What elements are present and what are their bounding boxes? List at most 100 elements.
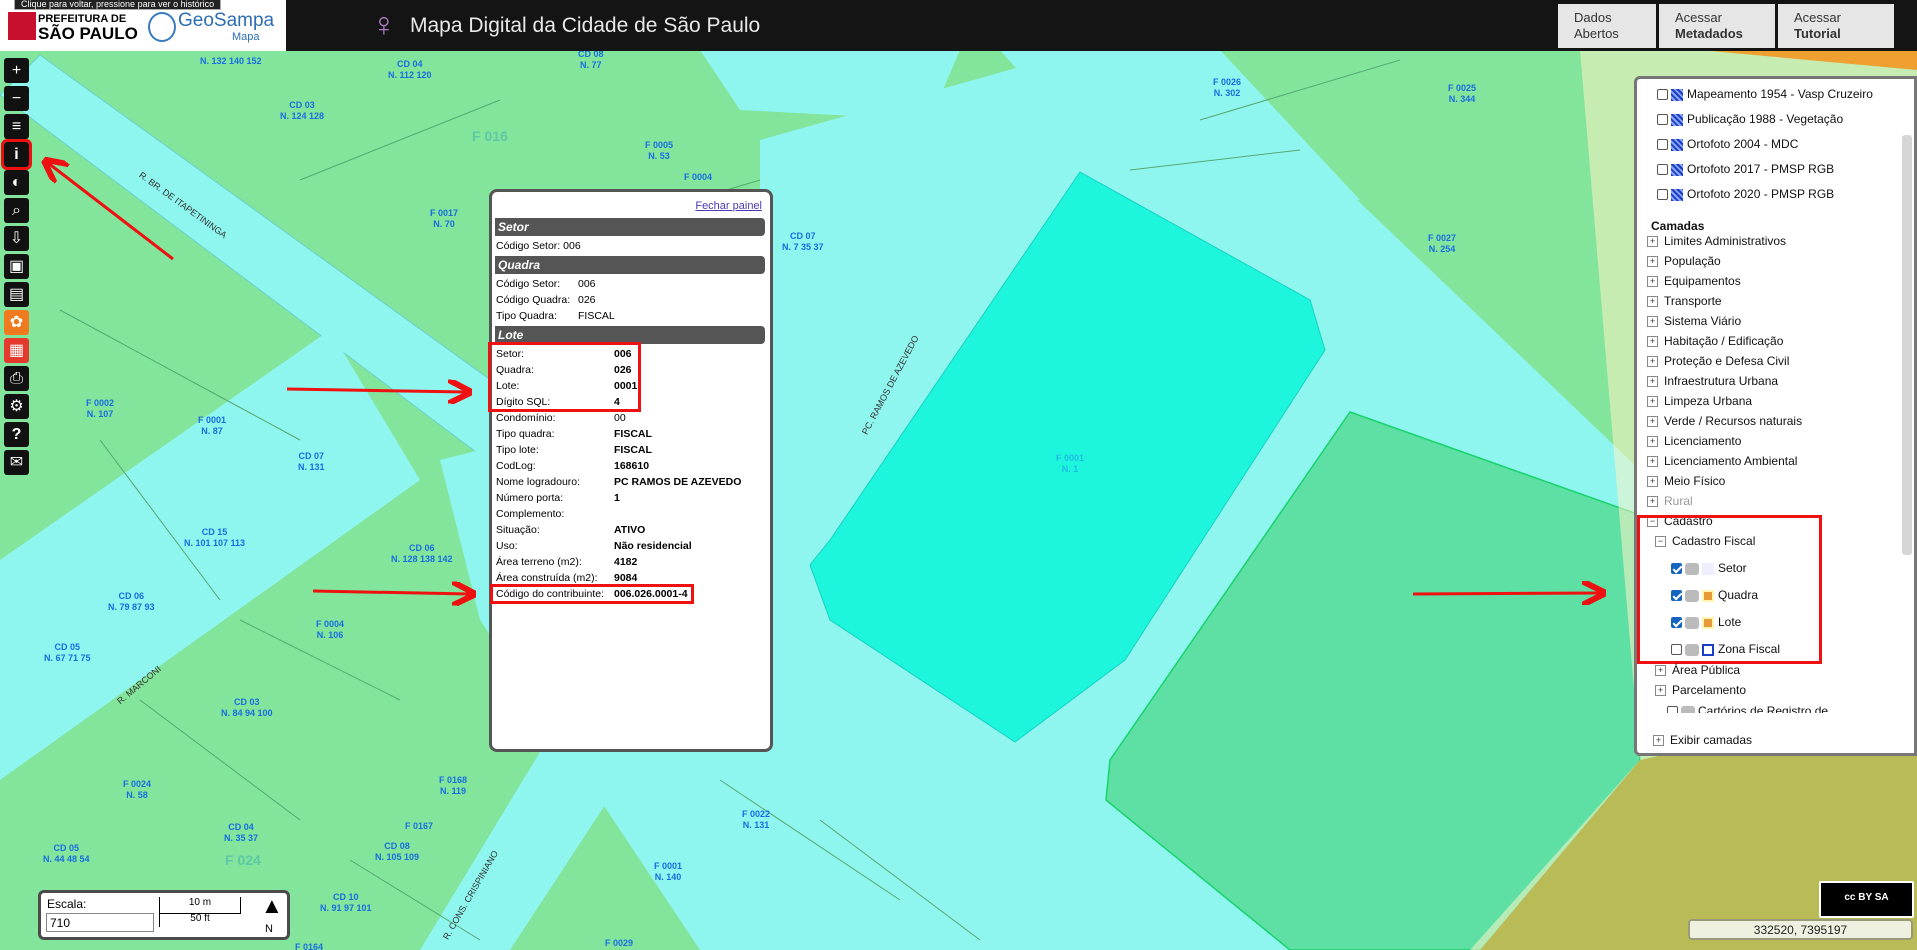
zoom-out-button[interactable]: − [4,86,29,111]
row-key: Tipo quadra: [496,428,555,440]
layer-group[interactable]: + Infraestrutura Urbana [1647,373,1778,389]
expand-icon: + [1647,316,1658,328]
group-label: Limites Administrativos [1664,234,1787,248]
checkbox[interactable] [1657,164,1668,176]
layer-group[interactable]: + Rural [1647,493,1693,509]
group-label: População [1664,254,1721,268]
scale-control: Escala: 10 m 50 ft ▲ N [38,890,290,940]
layer-group[interactable]: + Transporte [1647,293,1722,309]
checkbox[interactable] [1657,114,1668,126]
layer-group[interactable]: + Limpeza Urbana [1647,393,1752,409]
scale-input[interactable] [46,913,154,932]
geosampa-title: GeoSampa [178,10,275,31]
cartorios-layer[interactable]: Cartórios de Registro de [1667,703,1828,713]
acessar-metadados-button[interactable]: Acessar Metadados [1659,4,1775,48]
download-icon[interactable]: ⇩ [4,226,29,251]
prefeitura-logo-text: PREFEITURA DE SÃO PAULO [38,13,138,42]
layer-group[interactable]: + População [1647,253,1721,269]
row-key: Área terreno (m2): [496,556,582,568]
layer-group[interactable]: + Sistema Viário [1647,313,1741,329]
row-key: Número porta: [496,492,564,504]
layer-group[interactable]: + Meio Físico [1647,473,1725,489]
top-header: PREFEITURA DE SÃO PAULO GeoSampa Mapa Cl… [0,0,1917,51]
checkbox[interactable] [1657,189,1668,201]
basemap-item[interactable]: Ortofoto 2020 - PMSP RGB [1657,186,1834,202]
quadra-row: Código Quadra: 026 [496,294,596,307]
basemap-label: Mapeamento 1954 - Vasp Cruzeiro [1687,87,1873,101]
print-icon[interactable]: ⎙ [4,366,29,391]
basemap-label: Ortofoto 2017 - PMSP RGB [1687,162,1835,176]
layers-scrollbar[interactable] [1902,135,1912,555]
search-icon[interactable]: ⌕ [4,198,29,223]
layer-group[interactable]: + Proteção e Defesa Civil [1647,353,1789,369]
row-value: 1 [614,492,620,504]
layers-panel: Mapeamento 1954 - Vasp Cruzeiro Publicaçã… [1634,76,1917,756]
basemap-item[interactable]: Ortofoto 2004 - MDC [1657,136,1798,152]
coordinate-readout: 332520, 7395197 [1688,919,1913,940]
expand-icon: + [1647,416,1658,428]
zoom-in-button[interactable]: + [4,58,29,83]
layer-group[interactable]: + Licenciamento [1647,433,1741,449]
acessar-tutorial-button[interactable]: Acessar Tutorial [1778,4,1894,48]
parcelamento-group[interactable]: + Parcelamento [1655,682,1746,698]
scale-label: Escala: [47,897,87,911]
map-label: F 0004 N. 106 [316,619,345,640]
save-icon[interactable]: ▣ [4,254,29,279]
basemap-swatch-icon [1671,138,1683,151]
lote-row: Situação: ATIVO [496,524,645,537]
section-setor-header: Setor [495,218,765,236]
map-label: F 0002 N. 107 [86,398,115,419]
exibir-camadas[interactable]: + Exibir camadas [1653,732,1752,748]
mail-icon[interactable]: ✉ [4,450,29,475]
basemap-item[interactable]: Ortofoto 2017 - PMSP RGB [1657,161,1834,177]
close-panel-link[interactable]: Fechar painel [695,200,762,212]
geosampa-subtitle: Mapa [232,31,260,43]
row-key: Situação: [496,524,540,536]
brick-icon[interactable]: ▦ [4,338,29,363]
basemap-item[interactable]: Publicação 1988 - Vegetação [1657,111,1843,127]
quadra-row: Código Setor: 006 [496,278,596,291]
ruler-icon[interactable]: ▤ [4,282,29,307]
map-label: F 0026 N. 302 [1213,77,1242,98]
north-arrow-icon: ▲ [261,893,283,918]
map-label: F 0022 N. 131 [742,809,771,830]
row-key: Condomínio: [496,412,556,424]
section-quadra-header: Quadra [495,256,765,274]
basemap-swatch-icon [1671,113,1683,126]
expand-icon: + [1647,296,1658,308]
checkbox[interactable] [1657,89,1668,101]
row-key: Código Setor: [496,278,561,290]
expand-icon: + [1655,685,1666,697]
creative-commons-badge[interactable]: cc BY SA [1819,881,1914,918]
settings-icon[interactable]: ⚙ [4,394,29,419]
map-label: CD 06 N. 128 138 142 [391,543,453,564]
map-label: F 0005 N. 53 [645,140,674,161]
area-publica-group[interactable]: + Área Pública [1655,662,1740,678]
map-canvas[interactable]: N. 132 140 152 CD 04 N. 112 120 CD 08 N.… [0,0,1917,950]
layer-group[interactable]: + Limites Administrativos [1647,233,1786,249]
basemap-item[interactable]: Mapeamento 1954 - Vasp Cruzeiro [1657,86,1873,102]
measure-icon[interactable]: ◐ [4,170,29,195]
row-value: FISCAL [578,310,615,322]
group-label: Parcelamento [1672,683,1747,697]
layer-group[interactable]: + Habitação / Edificação [1647,333,1783,349]
help-button[interactable]: ? [4,422,29,447]
info-button[interactable]: i [1,139,32,170]
checkbox[interactable] [1657,139,1668,151]
layer-group[interactable]: + Equipamentos [1647,273,1741,289]
group-label: Rural [1664,494,1693,508]
group-label: Área Pública [1672,663,1741,677]
film-reel-icon[interactable]: ✿ [4,310,29,335]
checkbox[interactable] [1667,706,1678,713]
highlight-box [490,584,694,604]
row-key: Código Setor: [496,240,561,252]
layer-group[interactable]: + Licenciamento Ambiental [1647,453,1797,469]
layer-label: Cartórios de Registro de [1698,704,1829,713]
map-label: F 0001 N. 1 [1056,453,1085,474]
prefeitura-line2: SÃO PAULO [38,24,138,43]
row-key: Código Quadra: [496,294,571,306]
dados-abertos-button[interactable]: Dados Abertos [1558,4,1656,48]
layer-group[interactable]: + Verde / Recursos naturais [1647,413,1802,429]
layers-icon[interactable]: ≡ [4,114,29,139]
button-line1: Dados [1574,10,1612,25]
